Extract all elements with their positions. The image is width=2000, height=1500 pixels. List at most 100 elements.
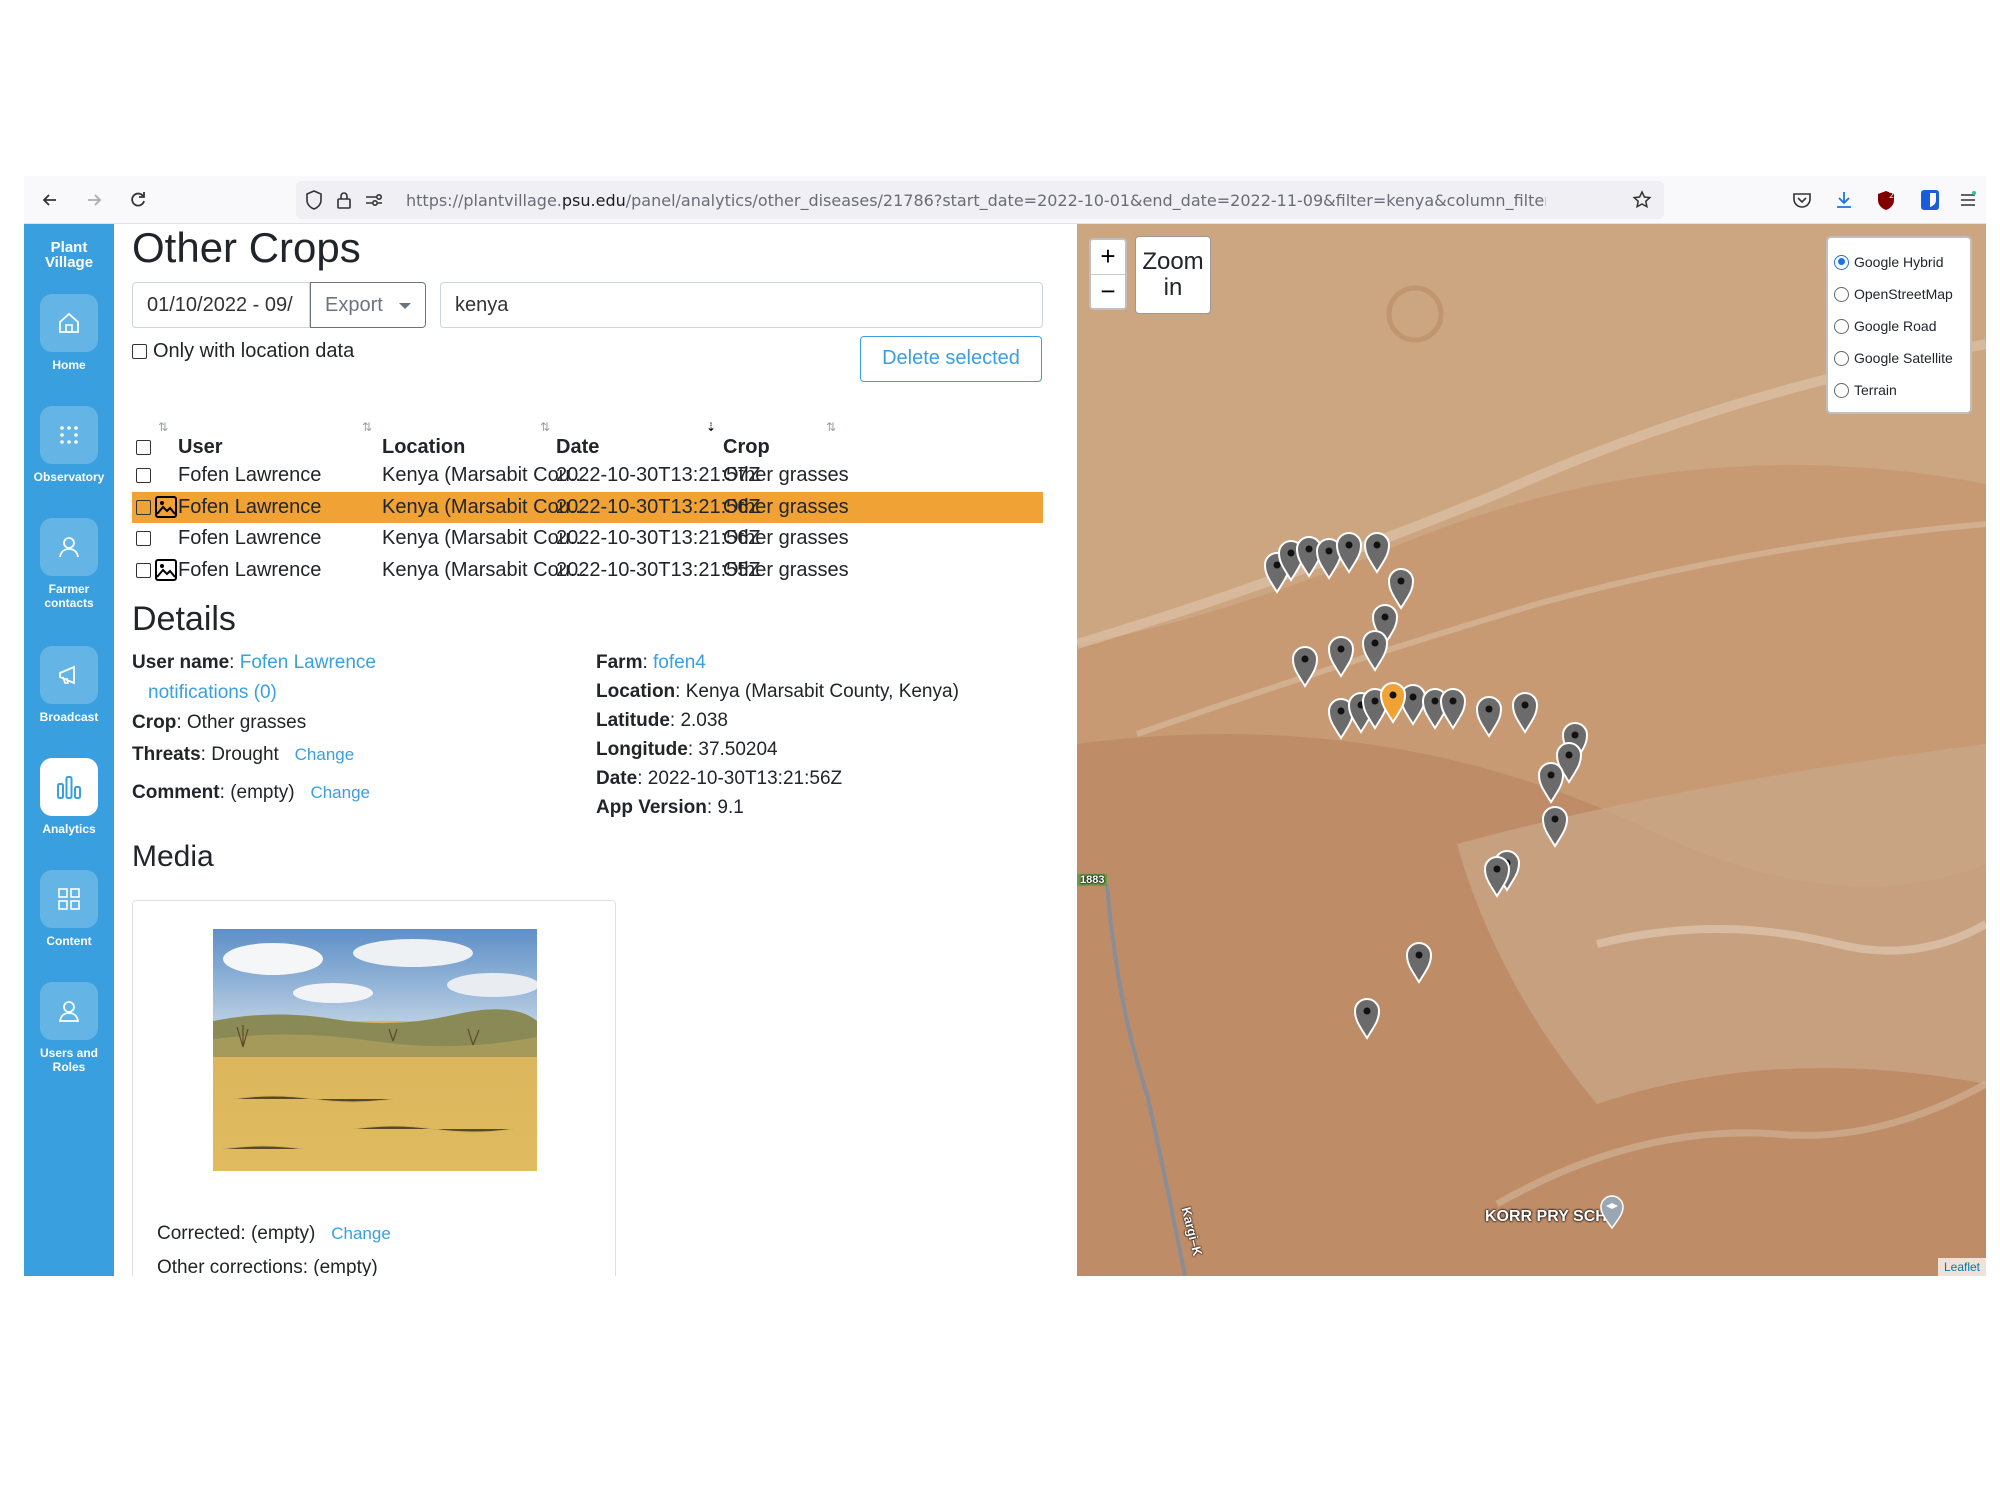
table-header: ⇅ User ⇅ Location ⇅ Date ⇣ Crop ⇅ [132, 416, 1043, 460]
farm-link[interactable]: fofen4 [653, 652, 706, 673]
nav-home[interactable]: Home [24, 294, 114, 372]
layer-option-google-road[interactable]: Google Road [1834, 310, 1964, 342]
nav-observatory[interactable]: Observatory [24, 406, 114, 484]
detail-farm: Farm: fofen4 [596, 652, 706, 673]
row-checkbox[interactable] [136, 562, 151, 578]
shield-icon[interactable] [298, 184, 330, 216]
layer-option-google-hybrid[interactable]: Google Hybrid [1834, 246, 1964, 278]
column-header-crop[interactable]: Crop [723, 436, 770, 459]
delete-selected-button[interactable]: Delete selected [860, 336, 1042, 382]
detail-value: Other grasses [186, 712, 307, 733]
map-marker-icon[interactable] [1439, 688, 1467, 730]
download-icon[interactable] [1828, 184, 1860, 216]
column-header-date[interactable]: Date [556, 436, 599, 459]
megaphone-icon [40, 646, 98, 704]
forward-arrow-icon[interactable] [78, 184, 110, 216]
change-comment-link[interactable]: Change [310, 783, 370, 802]
map-marker-icon[interactable] [1335, 532, 1363, 574]
sort-icon[interactable]: ⇅ [158, 420, 168, 434]
reload-icon[interactable] [122, 184, 154, 216]
radio[interactable] [1834, 318, 1849, 334]
permissions-icon[interactable] [358, 184, 390, 216]
map-marker-icon[interactable] [1537, 762, 1565, 804]
records-table: ⇅ User ⇅ Location ⇅ Date ⇣ Crop ⇅ Fofen … [132, 416, 1043, 586]
map-marker-icon[interactable] [1475, 696, 1503, 738]
map-view[interactable]: 1883 Kargi–K KORR PRY SCH + − Zoom in Go… [1077, 224, 1986, 1276]
crop-photo[interactable] [213, 929, 537, 1171]
user-name-link[interactable]: Fofen Lawrence [240, 652, 376, 673]
ublock-extension-icon[interactable]: 2 [1870, 184, 1902, 216]
corrected-row: Corrected: (empty) Change [157, 1223, 391, 1245]
row-checkbox[interactable] [136, 468, 151, 483]
select-all-checkbox[interactable] [136, 440, 151, 455]
pocket-icon[interactable] [1786, 184, 1818, 216]
cell-crop: Other grasses [723, 558, 849, 581]
star-bookmark-icon[interactable] [1626, 184, 1658, 216]
table-row-selected[interactable]: Fofen Lawrence Kenya (Marsabit Cou... 20… [132, 491, 1043, 523]
radio[interactable] [1834, 382, 1849, 398]
detail-key: Latitude [596, 710, 670, 731]
map-marker-icon[interactable] [1361, 630, 1389, 672]
cell-user: Fofen Lawrence [178, 464, 322, 486]
layer-option-terrain[interactable]: Terrain [1834, 374, 1964, 406]
notifications-link[interactable]: notifications (0) [148, 682, 277, 704]
selected-map-marker-icon[interactable] [1379, 682, 1407, 724]
map-marker-icon[interactable] [1353, 998, 1381, 1040]
map-marker-icon[interactable] [1291, 646, 1319, 688]
detail-key: User name [132, 652, 230, 673]
details-heading: Details [132, 600, 236, 638]
layer-option-openstreetmap[interactable]: OpenStreetMap [1834, 278, 1964, 310]
change-threats-link[interactable]: Change [295, 745, 355, 764]
layer-option-google-satellite[interactable]: Google Satellite [1834, 342, 1964, 374]
nav-broadcast[interactable]: Broadcast [24, 646, 114, 724]
lock-icon[interactable] [328, 184, 360, 216]
nav-label: Farmer contacts [44, 582, 94, 610]
table-row[interactable]: Fofen Lawrence Kenya (Marsabit Cou... 20… [132, 555, 1043, 587]
detail-crop: Crop: Other grasses [132, 712, 307, 733]
nav-users-and-roles[interactable]: Users and Roles [24, 982, 114, 1074]
table-row[interactable]: Fofen Lawrence Kenya (Marsabit Cou... 20… [132, 460, 1043, 492]
sort-desc-icon[interactable]: ⇣ [706, 420, 716, 434]
date-range-input[interactable]: 01/10/2022 - 09/ [132, 282, 310, 328]
nav-analytics[interactable]: Analytics [24, 758, 114, 836]
person-icon [40, 518, 98, 576]
map-marker-icon[interactable] [1387, 568, 1415, 610]
plantvillage-logo[interactable]: Plant Village [32, 240, 106, 270]
radio[interactable] [1834, 286, 1849, 302]
leaflet-attribution[interactable]: Leaflet [1937, 1258, 1986, 1276]
sort-icon[interactable]: ⇅ [362, 420, 372, 434]
back-arrow-icon[interactable] [34, 184, 66, 216]
sort-icon[interactable]: ⇅ [826, 420, 836, 434]
zoom-in-button[interactable]: + [1091, 240, 1125, 274]
radio-checked[interactable] [1834, 254, 1849, 270]
map-marker-icon[interactable] [1363, 532, 1391, 574]
only-location-checkbox[interactable] [132, 344, 147, 359]
search-input[interactable]: kenya [440, 282, 1043, 328]
column-header-location[interactable]: Location [382, 436, 465, 459]
only-location-filter[interactable]: Only with location data [132, 340, 354, 363]
export-dropdown-button[interactable]: Export [310, 282, 426, 328]
map-marker-icon[interactable] [1541, 806, 1569, 848]
row-checkbox[interactable] [136, 499, 151, 515]
sort-icon[interactable]: ⇅ [540, 420, 550, 434]
radio[interactable] [1834, 350, 1849, 366]
change-corrected-link[interactable]: Change [331, 1224, 391, 1243]
nav-farmer-contacts[interactable]: Farmer contacts [24, 518, 114, 610]
address-bar[interactable]: https://plantvillage.psu.edu/panel/analy… [296, 181, 1664, 219]
map-marker-icon[interactable] [1405, 942, 1433, 984]
zoom-out-button[interactable]: − [1091, 274, 1125, 308]
map-marker-icon[interactable] [1511, 692, 1539, 734]
row-checkbox[interactable] [136, 531, 151, 546]
grid-dots-icon [40, 406, 98, 464]
map-marker-icon[interactable] [1327, 636, 1355, 678]
bitwarden-icon[interactable] [1914, 184, 1946, 216]
menu-icon[interactable] [1952, 184, 1984, 216]
table-row[interactable]: Fofen Lawrence Kenya (Marsabit Cou... 20… [132, 523, 1043, 555]
column-header-user[interactable]: User [178, 436, 222, 459]
map-marker-icon[interactable] [1483, 856, 1511, 898]
detail-key: Threats [132, 744, 201, 765]
nav-content[interactable]: Content [24, 870, 114, 948]
detail-key: Location [596, 681, 676, 702]
detail-value: Drought [211, 744, 279, 765]
logo-line-2: Village [44, 254, 94, 271]
